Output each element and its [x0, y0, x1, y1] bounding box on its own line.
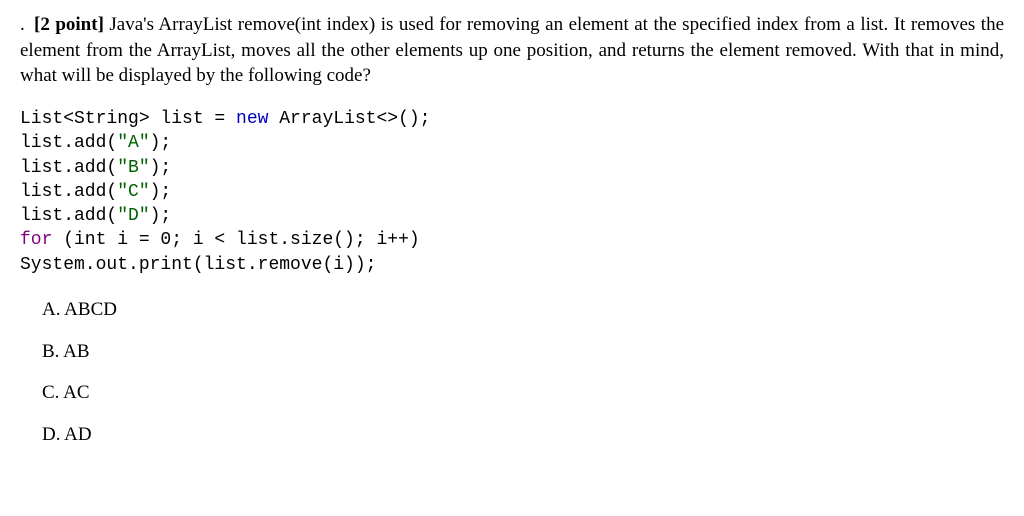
code-line-2: list.add("A");: [20, 133, 171, 153]
answer-options: A. ABCD B. AB C. AC D. AD: [20, 297, 1004, 448]
code-block: List<String> list = new ArrayList<>(); l…: [20, 107, 1004, 277]
point-label: [2 point]: [34, 14, 104, 35]
leading-dot: .: [20, 12, 34, 38]
code-line-6: for (int i = 0; i < list.size(); i++): [20, 230, 420, 250]
question-body: Java's ArrayList remove(int index) is us…: [20, 14, 1004, 86]
question-prompt: .[2 point] Java's ArrayList remove(int i…: [20, 12, 1004, 89]
option-a[interactable]: A. ABCD: [42, 297, 1004, 323]
option-d[interactable]: D. AD: [42, 422, 1004, 448]
code-line-4: list.add("C");: [20, 182, 171, 202]
code-line-3: list.add("B");: [20, 158, 171, 178]
code-line-5: list.add("D");: [20, 206, 171, 226]
option-c[interactable]: C. AC: [42, 380, 1004, 406]
option-b[interactable]: B. AB: [42, 339, 1004, 365]
code-line-7: System.out.print(list.remove(i));: [20, 255, 376, 275]
code-line-1: List<String> list = new ArrayList<>();: [20, 109, 430, 129]
